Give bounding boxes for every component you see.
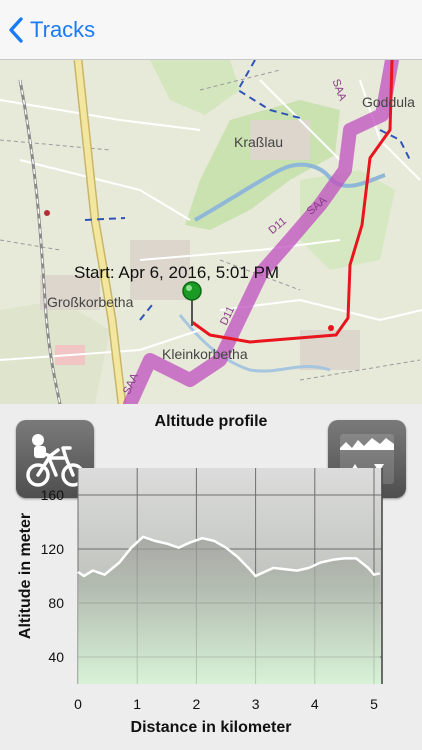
x-tick-label: 0 [74,696,82,712]
chevron-left-icon [9,17,23,43]
place-label-kleinkorbetha: Kleinkorbetha [162,346,248,362]
y-tick-label: 40 [48,649,64,665]
altitude-chart: 4080120160 012345 Distance in kilometer … [17,468,383,736]
back-button-label: Tracks [30,17,96,42]
x-axis-label: Distance in kilometer [131,719,292,736]
forest-area [150,60,240,115]
x-tick-label: 3 [252,696,260,712]
place-label-goddula: Goddula [362,94,415,110]
start-pin-icon[interactable] [182,281,202,301]
poi-marker [44,210,50,216]
place-label-krasslau: Kraßlau [234,134,284,150]
y-tick-label: 160 [41,487,65,503]
y-tick-label: 120 [41,541,65,557]
y-axis-label: Altitude in meter [17,513,34,639]
x-tick-label: 2 [193,696,201,712]
x-tick-label: 1 [133,696,141,712]
x-tick-label: 4 [311,696,319,712]
pin-highlight [186,285,192,291]
track-point [328,325,334,331]
start-time-label: Start: Apr 6, 2016, 5:01 PM [74,263,280,282]
y-tick-label: 80 [48,595,64,611]
place-label-grosskorbetha: Großkorbetha [47,294,134,310]
navigation-bar: Tracks [0,0,422,60]
back-button[interactable]: Tracks [8,14,95,46]
x-tick-label: 5 [370,696,378,712]
map-view[interactable]: Goddula Kraßlau Großkorbetha Kleinkorbet… [0,60,422,404]
